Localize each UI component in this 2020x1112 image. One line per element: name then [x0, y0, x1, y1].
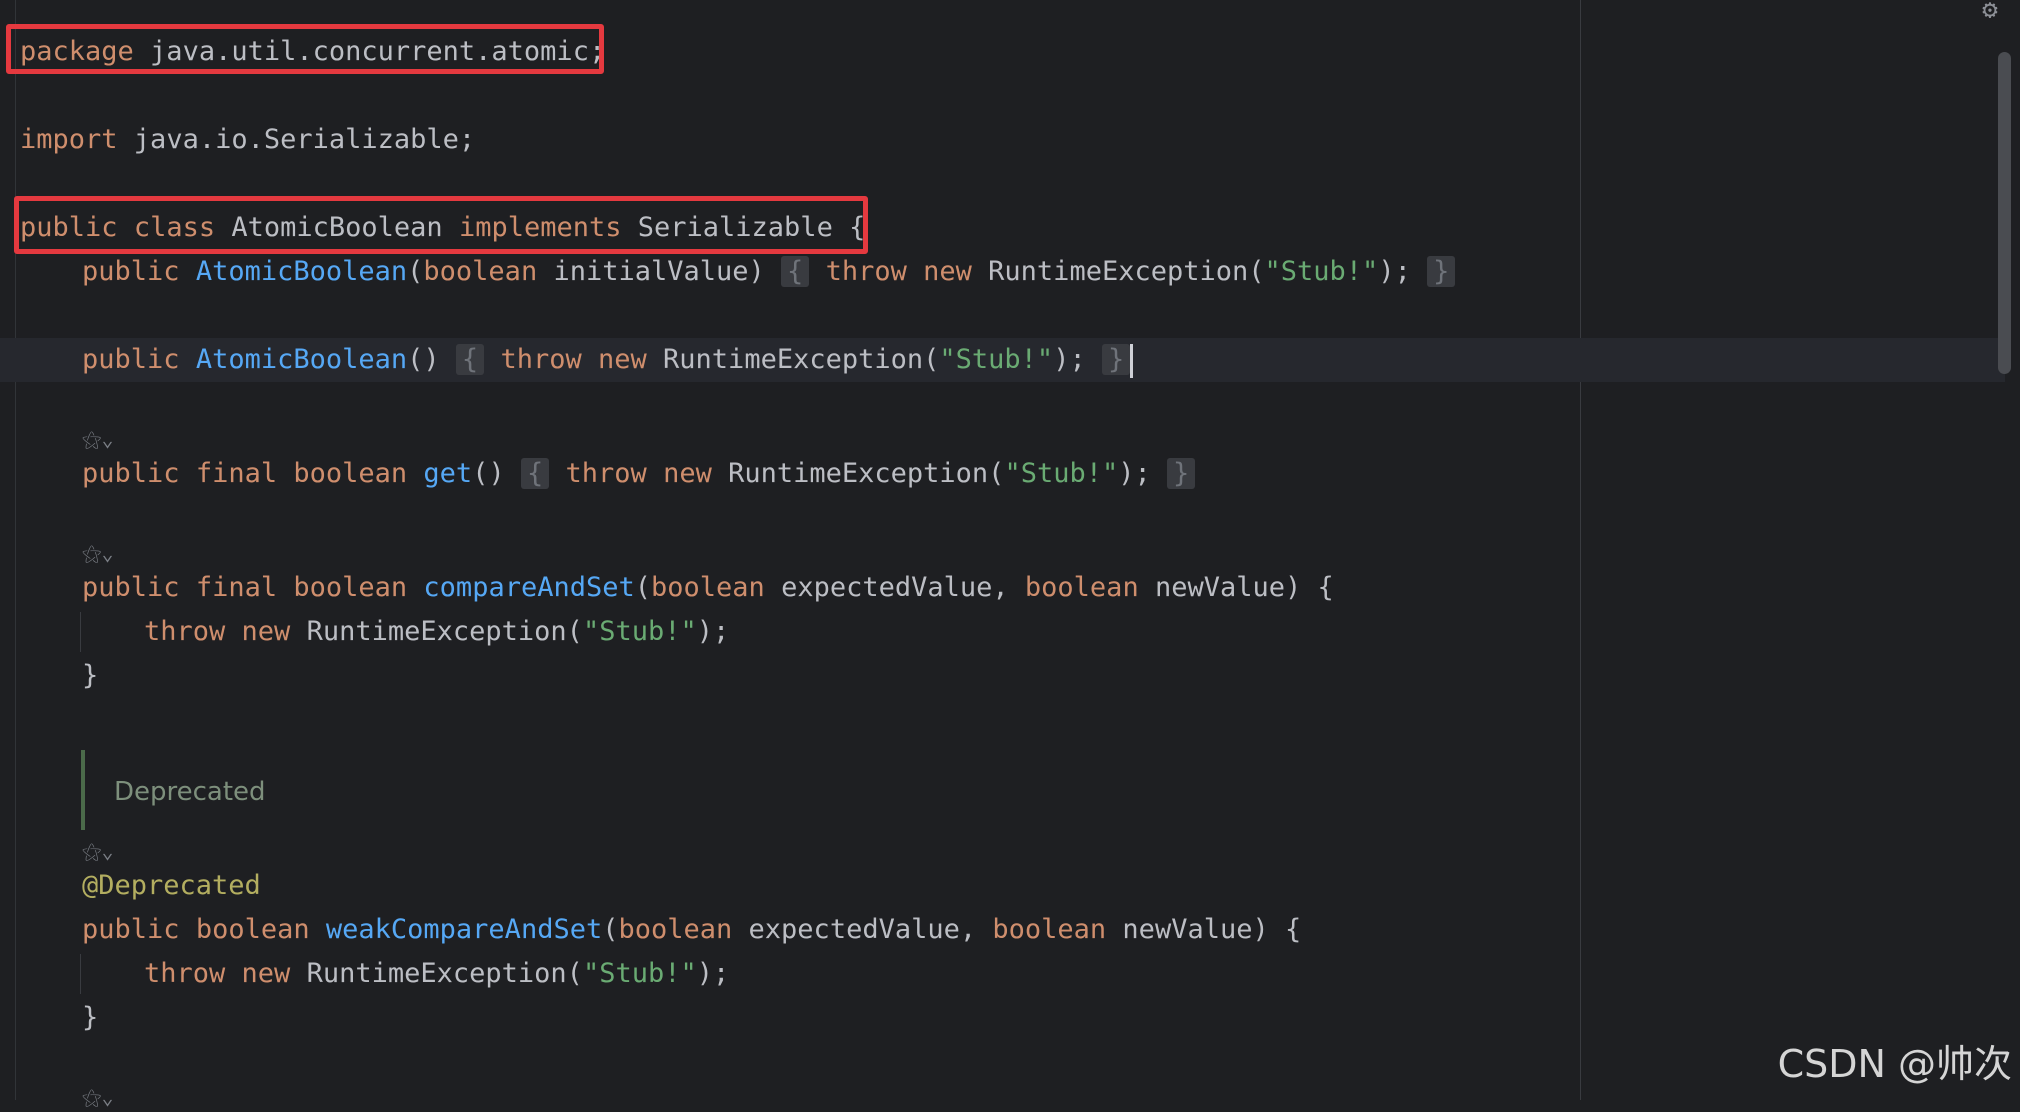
fold-close-brace[interactable]: } — [1101, 344, 1131, 375]
paren: ( — [407, 256, 424, 287]
doc-comment-text: Deprecated — [114, 777, 266, 807]
keyword: throw — [565, 458, 647, 489]
statement-end: ); — [1378, 256, 1411, 287]
code-line-throw[interactable]: throw new RuntimeException("Stub!"); — [144, 952, 729, 996]
keyword: boolean — [195, 914, 310, 945]
ai-inlay-icon[interactable]: ⚝⌄ — [82, 424, 113, 454]
parameter: expectedValue, — [764, 572, 1025, 603]
statement-end: ); — [1053, 344, 1086, 375]
exception-type: RuntimeException( — [711, 458, 1005, 489]
keyword: boolean — [651, 572, 765, 603]
keyword: public — [82, 458, 180, 489]
code-line-throw[interactable]: throw new RuntimeException("Stub!"); — [144, 610, 729, 654]
keyword: public — [82, 572, 180, 603]
keyword: boolean — [293, 458, 408, 489]
fold-open-brace[interactable]: { — [455, 344, 485, 375]
doc-comment-bar — [81, 750, 85, 830]
annotation: @Deprecated — [82, 870, 261, 901]
code-line-constructor-with-arg[interactable]: public AtomicBoolean(boolean initialValu… — [82, 250, 1456, 294]
code-line-close-brace[interactable]: } — [82, 654, 98, 698]
exception-type: RuntimeException( — [290, 958, 583, 989]
exception-type: RuntimeException( — [290, 616, 583, 647]
string-literal: "Stub!" — [1004, 458, 1119, 489]
import-path: java.io.Serializable; — [117, 124, 476, 155]
keyword: final — [195, 458, 278, 489]
exception-type: RuntimeException( — [646, 344, 940, 375]
code-line-get-method[interactable]: public final boolean get() { throw new R… — [82, 452, 1196, 496]
constructor-name: AtomicBoolean — [195, 256, 408, 287]
ai-inlay-icon[interactable]: ⚝⌄ — [82, 836, 113, 866]
keyword: new — [241, 958, 291, 989]
fold-open-brace[interactable]: { — [520, 458, 550, 489]
keyword: boolean — [618, 914, 733, 945]
string-literal: "Stub!" — [939, 344, 1054, 375]
ai-inlay-icon[interactable]: ⚝⌄ — [82, 1082, 113, 1112]
keyword: boolean — [423, 256, 538, 287]
paren: ( — [634, 572, 652, 603]
code-editor[interactable]: ⚙ package java.util.concurrent.atomic; i… — [0, 0, 2020, 1109]
keyword: new — [923, 256, 972, 287]
code-line-compare-and-set[interactable]: public final boolean compareAndSet(boole… — [82, 566, 1334, 610]
paren: ( — [602, 914, 619, 945]
statement-end: ); — [696, 958, 730, 989]
exception-type: RuntimeException( — [971, 256, 1265, 287]
highlight-box-package — [6, 24, 604, 74]
keyword: throw — [144, 616, 226, 647]
string-literal: "Stub!" — [1264, 256, 1379, 287]
statement-end: ); — [696, 616, 730, 647]
keyword: public — [82, 256, 180, 287]
paren: () — [407, 344, 440, 375]
paren: () — [472, 458, 505, 489]
code-line-import[interactable]: import java.io.Serializable; — [20, 118, 475, 162]
code-line-constructor-default[interactable]: public AtomicBoolean() { throw new Runti… — [82, 338, 1134, 382]
statement-end: ); — [1118, 458, 1151, 489]
keyword: boolean — [293, 572, 408, 603]
keyword: new — [241, 616, 291, 647]
fold-open-brace[interactable]: { — [781, 256, 810, 287]
gear-icon[interactable]: ⚙ — [1975, 0, 2005, 24]
keyword: new — [663, 458, 712, 489]
ai-inlay-icon[interactable]: ⚝⌄ — [82, 538, 113, 568]
highlight-box-class-declaration — [14, 196, 868, 254]
keyword: public — [82, 344, 180, 375]
text-cursor — [1130, 343, 1134, 378]
indent-guide — [80, 954, 81, 994]
parameter: expectedValue, — [732, 914, 993, 945]
fold-close-brace[interactable]: } — [1427, 256, 1456, 287]
method-name: weakCompareAndSet — [325, 914, 603, 945]
method-name: compareAndSet — [423, 572, 635, 603]
keyword: throw — [825, 256, 907, 287]
parameter: newValue) { — [1106, 914, 1302, 945]
keyword: throw — [500, 344, 582, 375]
parameter: initialValue) — [537, 256, 765, 287]
code-line-weak-compare-and-set[interactable]: public boolean weakCompareAndSet(boolean… — [82, 908, 1301, 952]
parameter: newValue) { — [1138, 572, 1334, 603]
watermark: CSDN @帅次 — [1777, 1042, 2012, 1086]
gutter-divider — [15, 0, 16, 1100]
fold-close-brace[interactable]: } — [1167, 458, 1196, 489]
keyword: final — [195, 572, 278, 603]
string-literal: "Stub!" — [582, 958, 697, 989]
keyword: import — [20, 124, 118, 155]
constructor-name: AtomicBoolean — [195, 344, 408, 375]
vertical-scrollbar[interactable] — [1998, 52, 2011, 374]
keyword: public — [82, 914, 180, 945]
code-line-close-brace[interactable]: } — [82, 996, 98, 1040]
keyword: new — [598, 344, 647, 375]
keyword: throw — [144, 958, 226, 989]
method-name: get — [423, 458, 473, 489]
code-line-annotation[interactable]: @Deprecated — [82, 864, 261, 908]
right-margin-guide — [1580, 0, 1581, 1100]
keyword: boolean — [1024, 572, 1139, 603]
keyword: boolean — [992, 914, 1107, 945]
string-literal: "Stub!" — [582, 616, 697, 647]
indent-guide — [80, 612, 81, 652]
